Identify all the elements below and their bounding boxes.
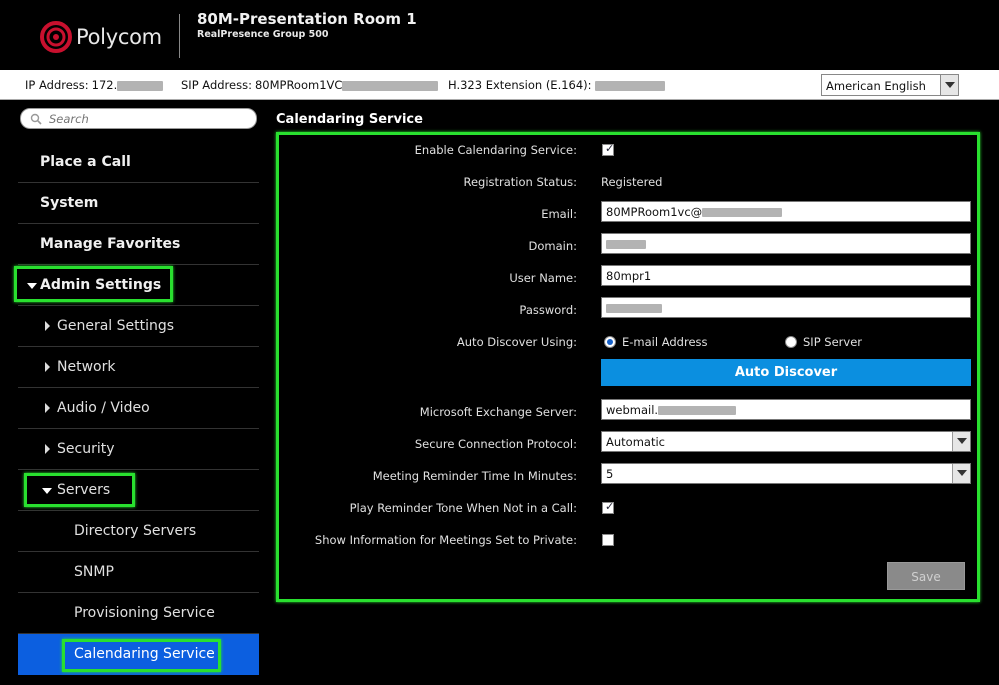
domain-field[interactable] <box>601 233 971 254</box>
username-field[interactable]: 80mpr1 <box>601 265 971 286</box>
h323-extension: H.323 Extension (E.164): <box>448 78 665 92</box>
logo-text: Polycom <box>76 25 162 49</box>
sidebar-item-security[interactable]: Security <box>18 429 259 470</box>
sidebar-item-snmp[interactable]: SNMP <box>18 552 259 593</box>
masked-password <box>606 304 662 313</box>
caret-down-icon <box>42 488 52 494</box>
sip-address: SIP Address: 80MPRoom1VC <box>181 78 439 92</box>
app-header: Polycom 80M-Presentation Room 1 RealPres… <box>0 0 999 70</box>
secure-protocol-label: Secure Connection Protocol: <box>414 437 577 451</box>
page-title: Calendaring Service <box>276 112 423 127</box>
sidebar-item-provisioning-service[interactable]: Provisioning Service <box>18 593 259 634</box>
room-name: 80M-Presentation Room 1 <box>197 10 417 28</box>
reminder-time-label: Meeting Reminder Time In Minutes: <box>372 469 577 483</box>
auto-discover-using-label: Auto Discover Using: <box>456 335 577 349</box>
sidebar-item-directory-servers[interactable]: Directory Servers <box>18 511 259 552</box>
ip-address: IP Address: 172. <box>25 78 164 92</box>
polycom-logo-icon <box>40 21 72 53</box>
polycom-logo: Polycom <box>38 18 178 58</box>
checkmark-icon: ✓ <box>605 500 615 513</box>
secure-protocol-select[interactable]: Automatic <box>601 431 971 452</box>
caret-down-icon <box>27 283 37 289</box>
caret-right-icon <box>45 444 50 454</box>
sip-server-radio-label: SIP Server <box>803 335 862 349</box>
radio-selected-dot <box>607 339 613 345</box>
search-icon <box>30 113 42 125</box>
reminder-time-select[interactable]: 5 <box>601 463 971 484</box>
language-select[interactable]: American English <box>821 74 959 96</box>
domain-label: Domain: <box>528 239 578 253</box>
redacted-text <box>117 80 164 91</box>
email-address-radio[interactable] <box>604 336 616 348</box>
chevron-down-icon[interactable] <box>952 432 970 451</box>
redacted-text <box>658 406 737 415</box>
redacted-text <box>606 240 646 249</box>
sidebar-item-manage-favorites[interactable]: Manage Favorites <box>18 224 259 265</box>
sidebar-item-admin-settings[interactable]: Admin Settings <box>18 265 259 306</box>
redacted-text <box>342 80 439 91</box>
sidebar-item-audio-video[interactable]: Audio / Video <box>18 388 259 429</box>
sidebar-item-place-a-call[interactable]: Place a Call <box>18 142 259 183</box>
caret-right-icon <box>45 321 50 331</box>
device-model: RealPresence Group 500 <box>197 29 329 40</box>
enable-calendaring-label: Enable Calendaring Service: <box>414 143 577 157</box>
search-box[interactable] <box>20 108 257 129</box>
exchange-server-label: Microsoft Exchange Server: <box>419 405 577 419</box>
sidebar-item-system[interactable]: System <box>18 183 259 224</box>
checkmark-icon: ✓ <box>605 142 615 155</box>
sip-server-radio[interactable] <box>785 336 797 348</box>
calendaring-settings-panel: Enable Calendaring Service: ✓ Registrati… <box>276 132 980 602</box>
caret-right-icon <box>45 403 50 413</box>
email-address-radio-label: E-mail Address <box>622 335 708 349</box>
registration-status-value: Registered <box>601 175 663 189</box>
sidebar-item-general-settings[interactable]: General Settings <box>18 306 259 347</box>
password-field[interactable] <box>601 297 971 318</box>
reminder-tone-checkbox[interactable]: ✓ <box>602 500 615 514</box>
sidebar: Place a Call System Manage Favorites Adm… <box>14 100 259 685</box>
header-divider <box>179 14 180 58</box>
exchange-server-field[interactable]: webmail. <box>601 399 971 420</box>
email-field[interactable]: 80MPRoom1vc@ <box>601 201 971 222</box>
search-input[interactable] <box>49 112 249 126</box>
chevron-down-icon[interactable] <box>952 464 970 483</box>
show-private-checkbox[interactable] <box>602 534 614 546</box>
show-private-label: Show Information for Meetings Set to Pri… <box>314 533 577 547</box>
redacted-text <box>594 80 665 91</box>
sidebar-item-servers[interactable]: Servers <box>18 470 259 511</box>
sidebar-item-network[interactable]: Network <box>18 347 259 388</box>
sidebar-item-calendaring-service[interactable]: Calendaring Service <box>18 634 259 675</box>
reminder-tone-label: Play Reminder Tone When Not in a Call: <box>349 501 577 515</box>
enable-calendaring-checkbox[interactable]: ✓ <box>602 142 615 156</box>
auto-discover-button[interactable]: Auto Discover <box>601 359 971 386</box>
redacted-text <box>702 208 783 217</box>
save-button[interactable]: Save <box>887 562 965 590</box>
registration-status-label: Registration Status: <box>463 175 577 189</box>
password-label: Password: <box>519 303 577 317</box>
username-label: User Name: <box>509 271 577 285</box>
email-label: Email: <box>541 207 577 221</box>
chevron-down-icon[interactable] <box>940 75 958 95</box>
caret-right-icon <box>45 362 50 372</box>
